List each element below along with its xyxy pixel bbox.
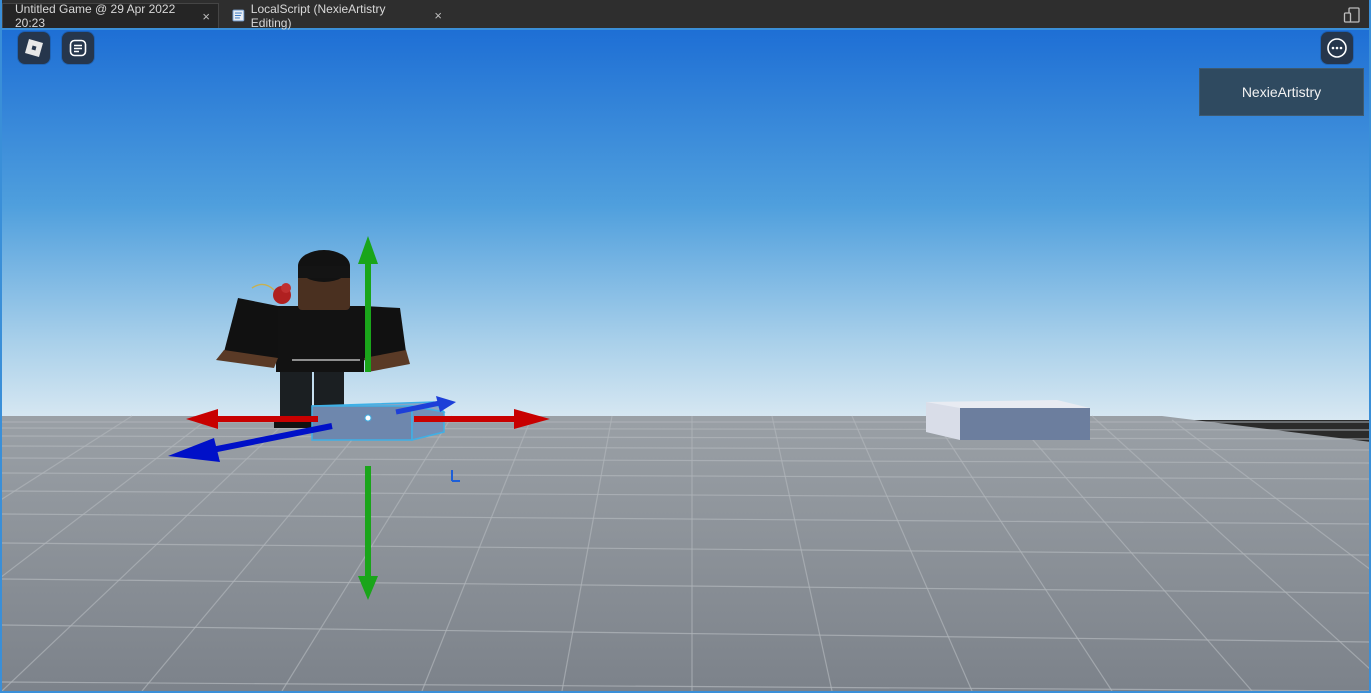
scene-render — [2, 30, 1369, 691]
roblox-menu-button[interactable] — [18, 32, 50, 64]
chat-button[interactable] — [62, 32, 94, 64]
tab-localscript-close-icon[interactable]: × — [434, 8, 442, 23]
sky — [2, 30, 1369, 420]
tab-game-title: Untitled Game @ 29 Apr 2022 20:23 — [15, 2, 176, 30]
chat-icon — [69, 39, 87, 57]
game-viewport[interactable]: NexieArtistry — [2, 30, 1369, 691]
more-icon — [1327, 38, 1347, 58]
part-block — [926, 400, 1090, 440]
device-emulator-icon[interactable] — [1343, 6, 1361, 24]
more-button[interactable] — [1321, 32, 1353, 64]
tab-bar: Untitled Game @ 29 Apr 2022 20:23 × Loca… — [2, 0, 1369, 30]
tab-game[interactable]: Untitled Game @ 29 Apr 2022 20:23 × — [2, 2, 219, 30]
roblox-logo-icon — [25, 39, 43, 57]
player-list-entry[interactable]: NexieArtistry — [1199, 68, 1364, 116]
studio-window: Untitled Game @ 29 Apr 2022 20:23 × Loca… — [0, 0, 1371, 693]
player-username: NexieArtistry — [1241, 84, 1322, 100]
tab-game-close-icon[interactable]: × — [202, 9, 210, 24]
script-icon — [232, 9, 245, 22]
tab-localscript[interactable]: LocalScript (NexieArtistry Editing) × — [220, 1, 450, 30]
tab-localscript-title: LocalScript (NexieArtistry Editing) — [250, 1, 386, 30]
